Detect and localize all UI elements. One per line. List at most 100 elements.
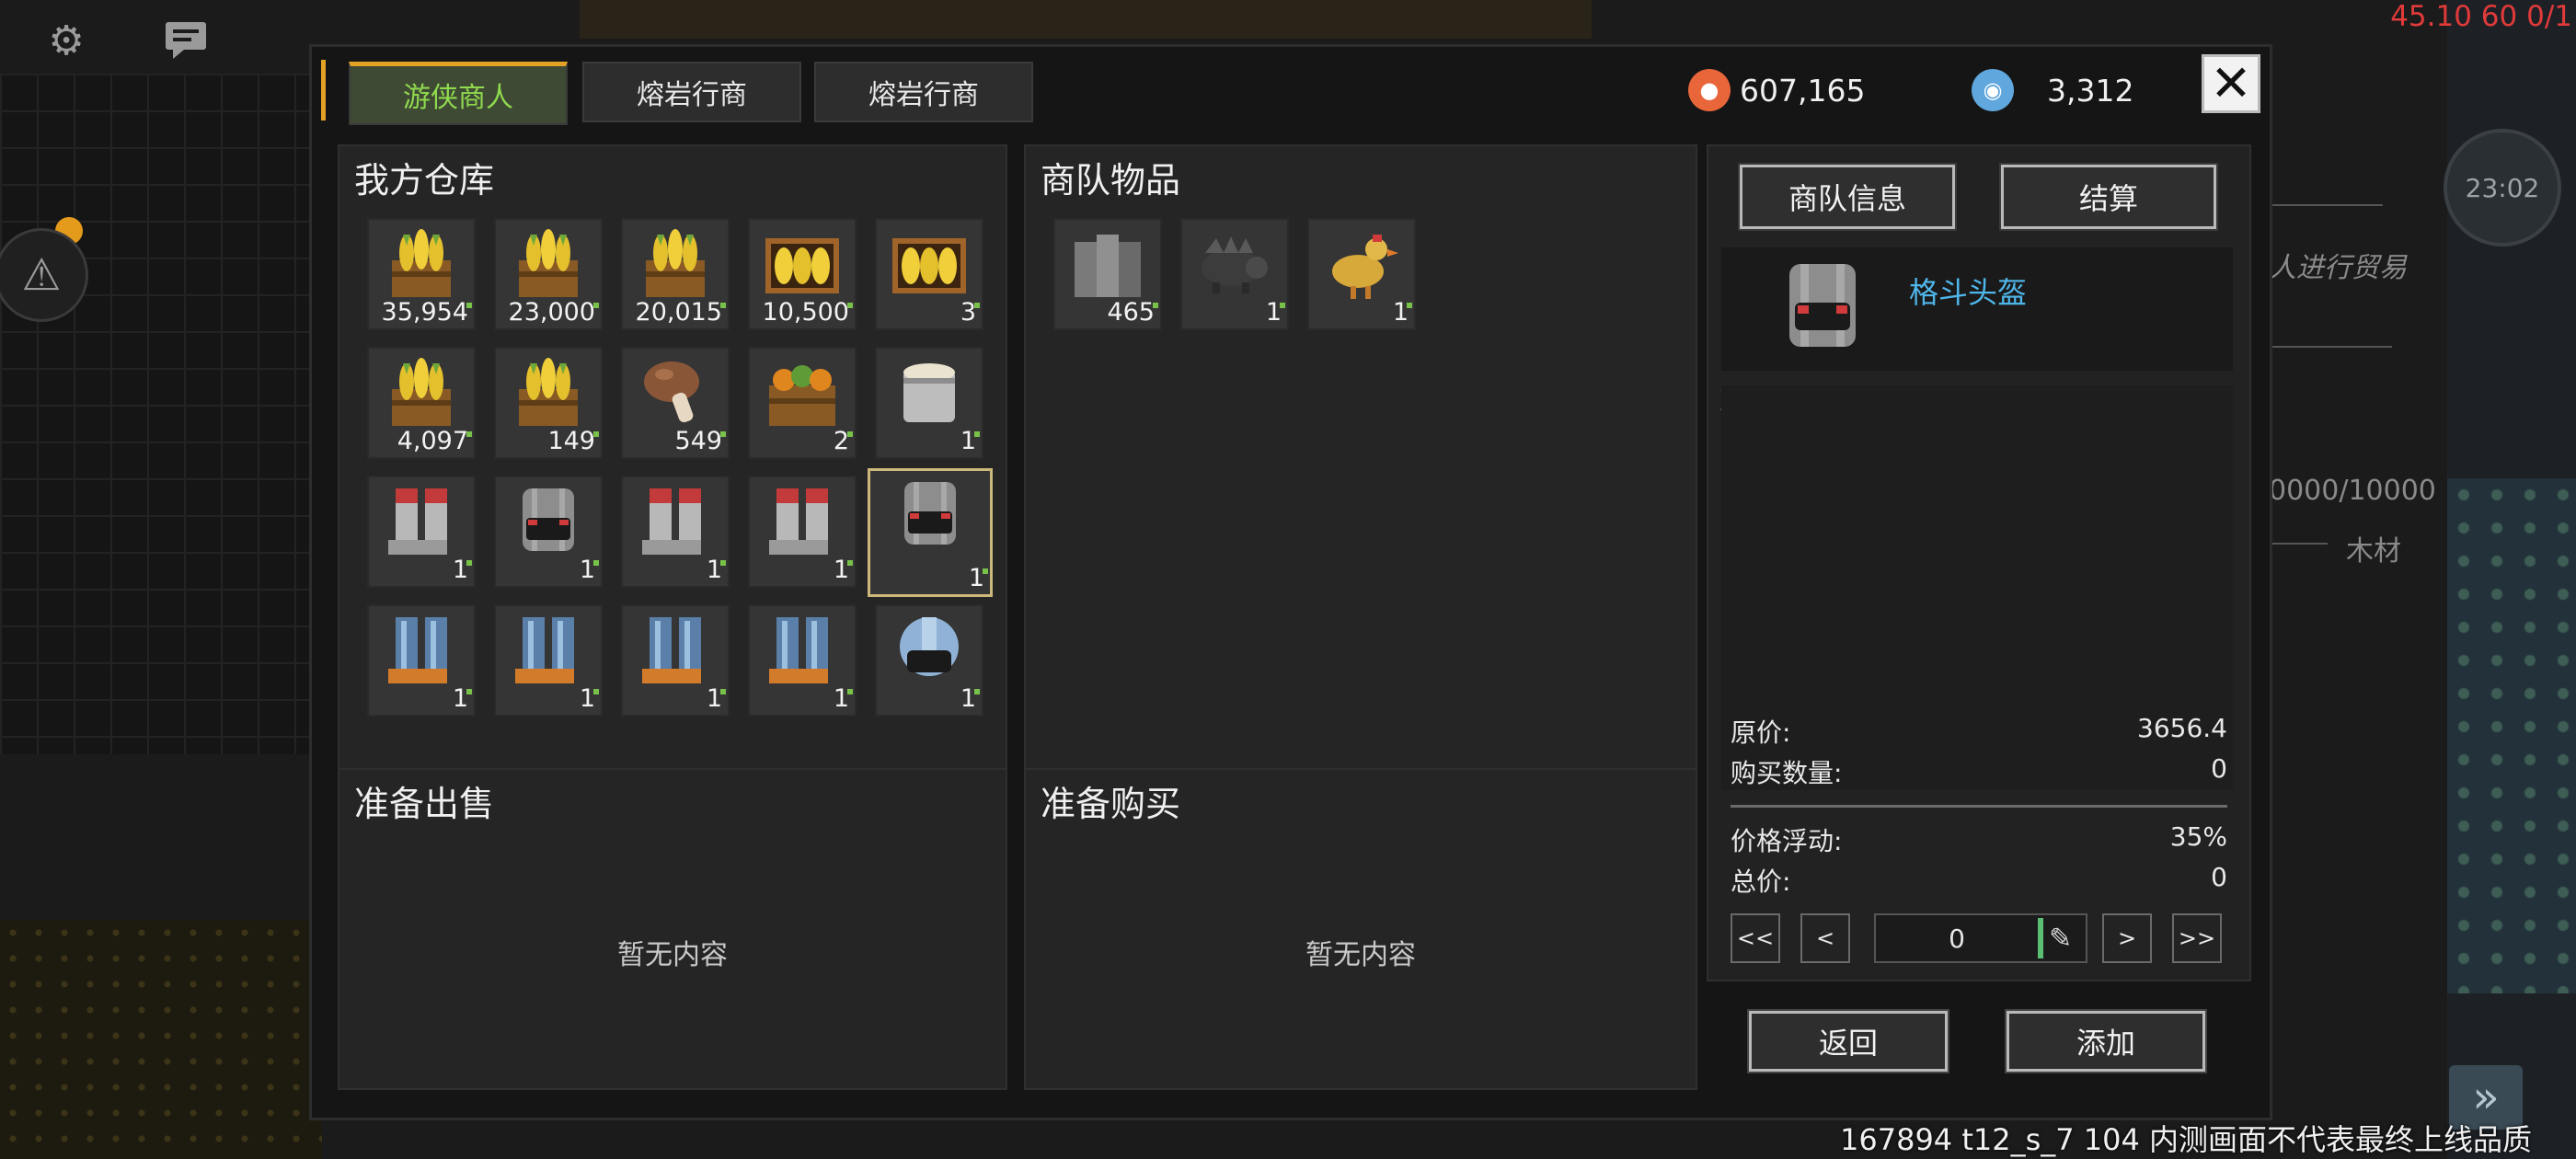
warehouse-slot[interactable]: 1 bbox=[748, 476, 857, 588]
item-name[interactable]: 格斗头盔 bbox=[1909, 270, 2027, 312]
quantity-bar bbox=[2038, 918, 2043, 958]
qty-max-button[interactable]: >> bbox=[2172, 913, 2222, 963]
status-overlay: 45.10 60 0/1 bbox=[2390, 0, 2572, 33]
corn-box-icon bbox=[877, 224, 982, 304]
warehouse-slot[interactable]: 1 bbox=[621, 604, 730, 717]
corn-crate-icon bbox=[623, 224, 728, 304]
token-display: ◉ 3,312 bbox=[1972, 62, 2133, 119]
base-price-label: 原价: bbox=[1731, 717, 1791, 748]
caravan-title: 商队物品 bbox=[1041, 160, 1181, 201]
close-button[interactable]: ✕ bbox=[2202, 54, 2260, 113]
metal-plates-icon bbox=[1055, 224, 1160, 304]
tab-lava-trader-2[interactable]: 熔岩行商 bbox=[814, 62, 1033, 122]
item-count: 4,097 bbox=[397, 427, 468, 455]
blue-helmet-icon bbox=[877, 610, 982, 691]
warehouse-slot[interactable]: 23,000 bbox=[494, 218, 603, 330]
corn-box-icon bbox=[750, 224, 855, 304]
red-boots-icon bbox=[623, 481, 728, 562]
price-fluct-row: 价格浮动: 35% bbox=[1731, 821, 2227, 858]
warehouse-slot[interactable]: 1 bbox=[868, 468, 993, 597]
item-count: 23,000 bbox=[508, 298, 595, 327]
warehouse-slot[interactable]: 1 bbox=[494, 476, 603, 588]
settle-button[interactable]: 结算 bbox=[1999, 163, 2218, 231]
item-count: 2 bbox=[833, 427, 849, 455]
item-count: 549 bbox=[674, 427, 722, 455]
caravan-slot[interactable]: 1 bbox=[1307, 218, 1416, 330]
warehouse-title: 我方仓库 bbox=[354, 160, 495, 201]
caravan-slot[interactable]: 465 bbox=[1053, 218, 1162, 330]
quantity-value[interactable]: 0 bbox=[1876, 924, 2038, 954]
add-button[interactable]: 添加 bbox=[2005, 1009, 2207, 1073]
red-boots-icon bbox=[750, 481, 855, 562]
item-count: 3 bbox=[960, 298, 976, 327]
warehouse-slot[interactable]: 1 bbox=[875, 604, 983, 717]
item-count: 1 bbox=[960, 427, 976, 455]
qty-increment-button[interactable]: > bbox=[2102, 913, 2152, 963]
warehouse-slot[interactable]: 1 bbox=[367, 476, 476, 588]
item-count: 1 bbox=[579, 556, 595, 584]
warehouse-slot[interactable]: 3 bbox=[875, 218, 983, 330]
base-price-row: 原价: 3656.4 bbox=[1731, 713, 2227, 750]
silver-amount: 607,165 bbox=[1740, 72, 1866, 109]
warehouse-slot[interactable]: 549 bbox=[621, 347, 730, 459]
tab-lava-trader-1[interactable]: 熔岩行商 bbox=[582, 62, 801, 122]
sell-title: 准备出售 bbox=[354, 784, 495, 824]
blue-boots-icon bbox=[623, 610, 728, 691]
item-count: 1 bbox=[706, 684, 722, 713]
side-divider bbox=[2272, 346, 2392, 348]
warehouse-slot[interactable]: 1 bbox=[875, 347, 983, 459]
mushroom-icon bbox=[623, 352, 728, 433]
item-count: 465 bbox=[1107, 298, 1155, 327]
tab-ranger-merchant[interactable]: 游侠商人 bbox=[349, 62, 568, 125]
trade-dialog: 游侠商人 熔岩行商 熔岩行商 ● 607,165 ◉ 3,312 ✕ 我方仓库 … bbox=[309, 44, 2272, 1120]
item-count: 1 bbox=[833, 684, 849, 713]
warehouse-panel: 我方仓库 35,954 23,000 20,015 10,500 3 4,097… bbox=[338, 144, 1007, 880]
caravan-slot[interactable]: 1 bbox=[1180, 218, 1289, 330]
back-button[interactable]: 返回 bbox=[1747, 1009, 1949, 1073]
pencil-icon[interactable]: ✎ bbox=[2049, 923, 2086, 955]
total-label: 总价: bbox=[1731, 866, 1791, 897]
warehouse-slot[interactable]: 149 bbox=[494, 347, 603, 459]
warehouse-slot[interactable]: 1 bbox=[748, 604, 857, 717]
item-count: 35,954 bbox=[381, 298, 468, 327]
item-count: 1 bbox=[452, 556, 468, 584]
quantity-input[interactable]: 0 ✎ bbox=[1874, 913, 2087, 963]
warehouse-slot[interactable]: 1 bbox=[621, 476, 730, 588]
sell-panel: 准备出售 暂无内容 bbox=[338, 768, 1007, 1090]
warehouse-slot[interactable]: 35,954 bbox=[367, 218, 476, 330]
build-watermark: 167894 t12_s_7 104 内测画面不代表最终上线品质 bbox=[1840, 1122, 2533, 1157]
warehouse-slot[interactable]: 10,500 bbox=[748, 218, 857, 330]
item-header: 格斗头盔 bbox=[1721, 247, 2233, 371]
top-hud-strip bbox=[580, 0, 1592, 39]
gray-helmet-icon bbox=[496, 481, 601, 562]
token-amount: 3,312 bbox=[2047, 72, 2134, 109]
vegetable-crate-icon bbox=[750, 352, 855, 433]
corn-crate-icon bbox=[369, 224, 474, 304]
silver-coin-icon: ● bbox=[1688, 69, 1731, 111]
caravan-info-button[interactable]: 商队信息 bbox=[1738, 163, 1957, 231]
warehouse-slot[interactable]: 2 bbox=[748, 347, 857, 459]
blue-boots-icon bbox=[750, 610, 855, 691]
item-count: 10,500 bbox=[762, 298, 849, 327]
chat-icon[interactable] bbox=[158, 13, 213, 68]
qty-decrement-button[interactable]: < bbox=[1800, 913, 1850, 963]
tab-marker bbox=[321, 60, 326, 120]
gear-icon[interactable]: ⚙ bbox=[39, 13, 94, 68]
item-count: 1 bbox=[960, 684, 976, 713]
item-count: 1 bbox=[968, 564, 984, 592]
price-fluct-value: 35% bbox=[2169, 821, 2227, 852]
warehouse-slot[interactable]: 1 bbox=[494, 604, 603, 717]
boar-icon bbox=[1182, 224, 1287, 304]
warehouse-slot[interactable]: 1 bbox=[367, 604, 476, 717]
item-count: 149 bbox=[547, 427, 595, 455]
corn-crate-icon bbox=[496, 352, 601, 433]
buy-empty-text: 暂无内容 bbox=[1305, 939, 1416, 971]
clock-dial[interactable]: 23:02 bbox=[2444, 129, 2561, 247]
qty-min-button[interactable]: << bbox=[1731, 913, 1780, 963]
side-wood: 木材 bbox=[2346, 535, 2401, 568]
total-value: 0 bbox=[2211, 862, 2227, 892]
grass-field bbox=[0, 920, 322, 1159]
warehouse-slot[interactable]: 20,015 bbox=[621, 218, 730, 330]
warehouse-slot[interactable]: 4,097 bbox=[367, 347, 476, 459]
side-divider bbox=[2272, 204, 2383, 206]
